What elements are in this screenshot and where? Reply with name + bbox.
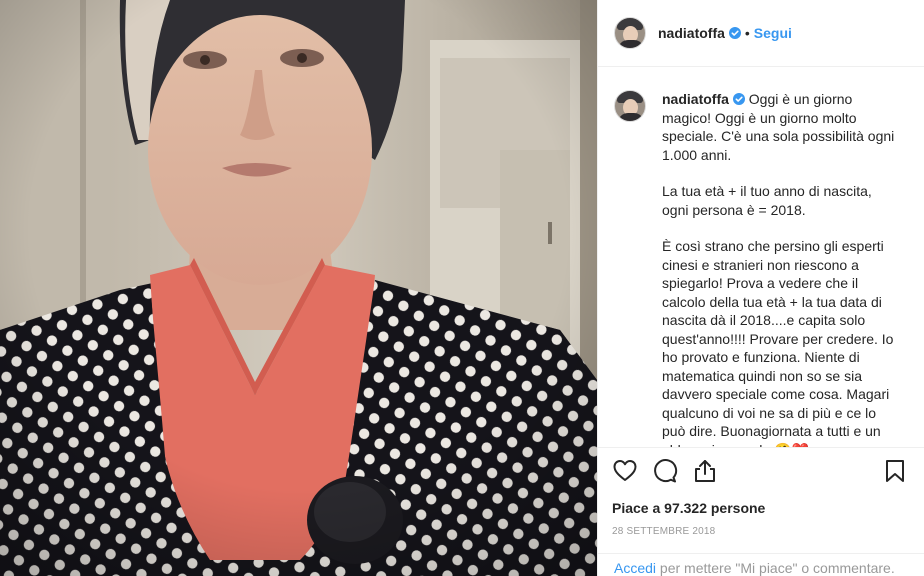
post-sidebar: nadiatoffa • Segui nadiatoffa Oggi è un … <box>597 0 924 576</box>
follow-button[interactable]: Segui <box>754 25 792 41</box>
comments-area[interactable]: nadiatoffa Oggi è un giorno magico! Oggi… <box>598 68 924 448</box>
share-icon[interactable] <box>692 458 718 484</box>
caption-paragraph-3: È così strano che persino gli esperti ci… <box>662 238 894 448</box>
post-header: nadiatoffa • Segui <box>598 0 924 67</box>
caption-comment: nadiatoffa Oggi è un giorno magico! Oggi… <box>614 90 908 448</box>
likes-count[interactable]: Piace a 97.322 persone <box>612 500 908 516</box>
profile-avatar[interactable] <box>614 17 646 49</box>
likes-prefix: Piace a <box>612 500 665 516</box>
comment-icon[interactable] <box>652 458 678 484</box>
caption-paragraph-2: La tua età + il tuo anno di nascita, ogn… <box>662 183 872 218</box>
post-photo[interactable] <box>0 0 597 576</box>
action-icons <box>612 458 908 484</box>
caption-avatar[interactable] <box>614 90 646 122</box>
likes-number: 97.322 <box>664 500 707 516</box>
instagram-post: nadiatoffa • Segui nadiatoffa Oggi è un … <box>0 0 924 576</box>
verified-badge-icon <box>728 27 741 39</box>
header-username[interactable]: nadiatoffa <box>658 25 725 41</box>
bookmark-icon[interactable] <box>882 458 908 484</box>
heart-icon[interactable] <box>612 458 638 484</box>
verified-badge-icon <box>732 93 745 105</box>
post-actions: Piace a 97.322 persone 28 settembre 2018 <box>598 447 924 537</box>
likes-suffix: persone <box>706 500 766 516</box>
post-date[interactable]: 28 settembre 2018 <box>612 526 908 537</box>
login-prompt-text: per mettere "Mi piace" o commentare. <box>656 560 895 576</box>
login-prompt: Accedi per mettere "Mi piace" o commenta… <box>598 553 924 576</box>
caption-text: nadiatoffa Oggi è un giorno magico! Oggi… <box>662 90 908 448</box>
caption-username[interactable]: nadiatoffa <box>662 91 729 107</box>
header-separator: • <box>744 25 750 41</box>
photo-illustration <box>0 0 597 576</box>
login-link[interactable]: Accedi <box>614 560 656 576</box>
